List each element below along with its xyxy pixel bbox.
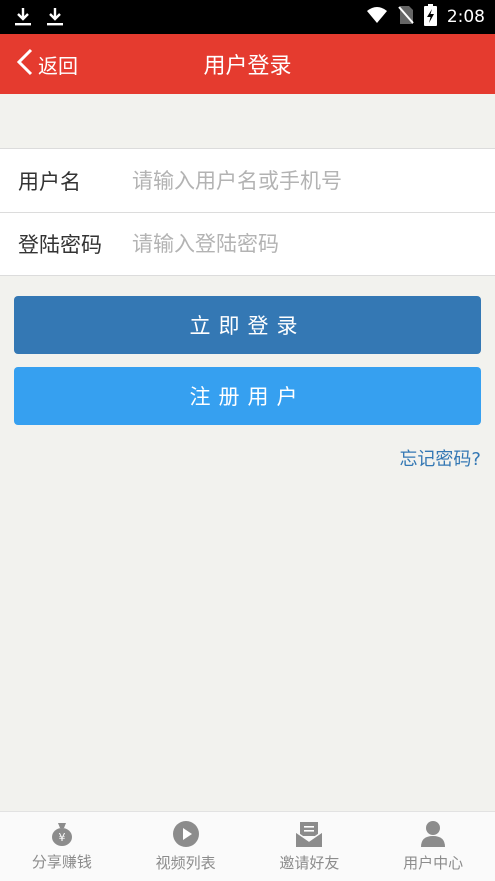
tab-label: 用户中心 (403, 854, 464, 872)
forgot-password-link[interactable]: 忘记密码? (399, 445, 481, 471)
tab-video-list[interactable]: 视频列表 (124, 812, 248, 881)
tab-invite-friends[interactable]: 邀请好友 (248, 812, 372, 881)
login-button[interactable]: 立即登录 (14, 296, 481, 354)
tab-label: 邀请好友 (279, 854, 340, 872)
svg-text:¥: ¥ (58, 831, 65, 844)
username-row: 用户名 (0, 149, 495, 212)
download-icon (14, 7, 32, 27)
tab-share-earn[interactable]: ¥ 分享赚钱 (0, 812, 124, 881)
username-input[interactable] (132, 168, 472, 193)
back-label: 返回 (38, 53, 78, 78)
wifi-icon (366, 6, 388, 29)
play-icon (172, 820, 200, 848)
no-sim-icon (398, 5, 414, 30)
download-icon (46, 7, 64, 27)
user-icon (420, 820, 446, 848)
password-label: 登陆密码 (18, 233, 102, 257)
username-label: 用户名 (18, 169, 81, 194)
money-bag-icon: ¥ (49, 821, 75, 847)
tab-label: 分享赚钱 (31, 853, 92, 871)
envelope-icon (295, 820, 323, 848)
password-row: 登陆密码 (0, 212, 495, 275)
login-form: 用户名 登陆密码 (0, 148, 495, 276)
bottom-tab-bar: ¥ 分享赚钱 视频列表 邀请好友 用户中心 (0, 811, 495, 881)
battery-charging-icon (423, 3, 437, 31)
chevron-left-icon (14, 47, 36, 81)
tab-label: 视频列表 (155, 854, 216, 872)
register-button[interactable]: 注册用户 (14, 367, 481, 425)
header-bar: 返回 用户登录 (0, 34, 495, 94)
password-input[interactable] (132, 232, 472, 256)
tab-user-center[interactable]: 用户中心 (371, 812, 495, 881)
back-button[interactable]: 返回 (14, 34, 78, 94)
status-time: 2:08 (446, 7, 485, 27)
status-bar: 2:08 (0, 0, 495, 34)
